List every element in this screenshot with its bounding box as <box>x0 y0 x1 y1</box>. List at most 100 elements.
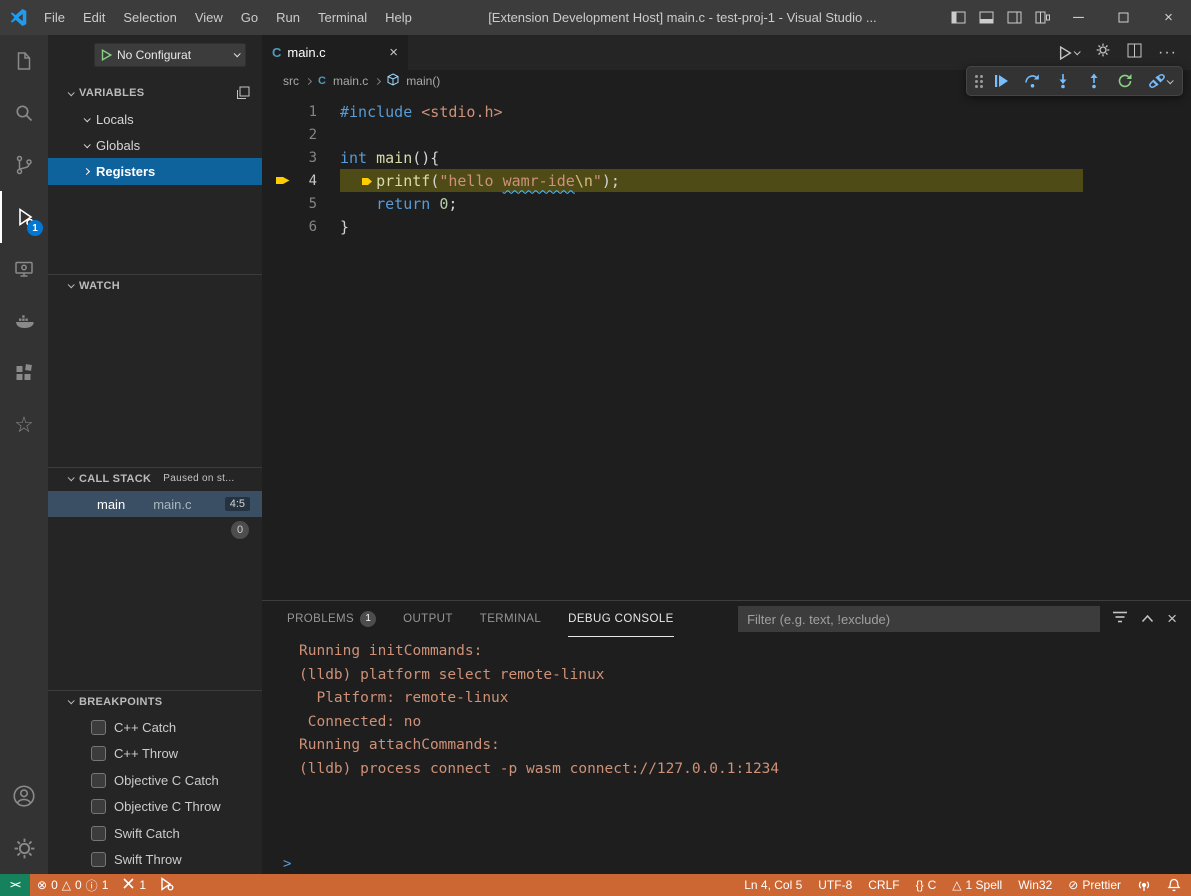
remote-explorer-icon[interactable] <box>0 243 48 295</box>
language-mode[interactable]: {}C <box>908 874 945 896</box>
tab-close-icon[interactable]: × <box>389 44 398 61</box>
spell-checker[interactable]: △1 Spell <box>944 874 1010 896</box>
cursor-position[interactable]: Ln 4, Col 5 <box>736 874 810 896</box>
breakpoint-item[interactable]: Swift Throw <box>48 847 262 874</box>
menu-terminal[interactable]: Terminal <box>309 0 376 35</box>
minimize-button[interactable]: ─ <box>1056 0 1101 35</box>
bell-icon[interactable] <box>1159 874 1191 896</box>
activity-bar: 1 ☆ <box>0 35 48 874</box>
breakpoint-item[interactable]: Swift Catch <box>48 820 262 847</box>
variables-item-locals[interactable]: Locals <box>48 106 262 132</box>
explorer-icon[interactable] <box>0 35 48 87</box>
breakpoint-item[interactable]: Objective C Catch <box>48 767 262 794</box>
code-line-5: 5 return 0; <box>262 192 1191 215</box>
tab-problems[interactable]: PROBLEMS 1 <box>287 601 376 637</box>
menu-file[interactable]: File <box>35 0 74 35</box>
breakpoint-checkbox[interactable] <box>91 746 106 761</box>
breakpoint-item[interactable]: Objective C Throw <box>48 794 262 821</box>
customize-layout-icon[interactable] <box>1028 0 1056 35</box>
extensions-icon[interactable] <box>0 347 48 399</box>
source-control-icon[interactable] <box>0 139 48 191</box>
console-filter-input[interactable] <box>738 606 1100 632</box>
gear-icon[interactable] <box>1095 42 1111 63</box>
editor-tab-bar: C main.c × ··· <box>262 35 1191 70</box>
breakpoint-checkbox[interactable] <box>91 720 106 735</box>
toolbar-drag-handle[interactable] <box>975 75 978 78</box>
code-editor[interactable]: 1 #include <stdio.h> 2 3 int main(){ <box>262 92 1191 600</box>
disconnect-icon[interactable] <box>1144 69 1176 93</box>
debug-console-output[interactable]: Running initCommands: (lldb) platform se… <box>262 637 1191 853</box>
docker-icon[interactable] <box>0 295 48 347</box>
breakpoint-checkbox[interactable] <box>91 799 106 814</box>
debug-status[interactable] <box>153 874 181 896</box>
continue-icon[interactable] <box>989 69 1013 93</box>
breakpoint-checkbox[interactable] <box>91 826 106 841</box>
breadcrumb-file[interactable]: main.c <box>333 74 368 88</box>
tab-terminal[interactable]: TERMINAL <box>480 601 541 637</box>
chevron-right-icon <box>305 77 312 84</box>
search-icon[interactable] <box>0 87 48 139</box>
menu-help[interactable]: Help <box>376 0 421 35</box>
stack-frame-row[interactable]: main main.c 4:5 <box>48 491 262 517</box>
step-out-icon[interactable] <box>1082 69 1106 93</box>
breadcrumb-symbol[interactable]: main() <box>406 74 440 88</box>
breadcrumb-folder[interactable]: src <box>283 74 299 88</box>
menu-run[interactable]: Run <box>267 0 309 35</box>
console-line: Platform: remote-linux <box>299 687 1191 711</box>
problems-status[interactable]: ⊗ 0 △ 0 ⓘ 1 <box>30 874 115 896</box>
eol-sequence[interactable]: CRLF <box>860 874 907 896</box>
globals-label: Globals <box>96 138 140 153</box>
run-or-debug-icon[interactable] <box>1059 46 1079 60</box>
step-over-icon[interactable] <box>1020 69 1044 93</box>
menu-edit[interactable]: Edit <box>74 0 114 35</box>
tools-count: 1 <box>139 878 146 892</box>
collapse-all-icon[interactable] <box>236 86 250 103</box>
tab-debug-console[interactable]: DEBUG CONSOLE <box>568 601 674 637</box>
menu-view[interactable]: View <box>186 0 232 35</box>
step-into-icon[interactable] <box>1051 69 1075 93</box>
more-actions-icon[interactable]: ··· <box>1158 44 1177 62</box>
maximize-button[interactable] <box>1101 0 1146 35</box>
toggle-panel-icon[interactable] <box>972 0 1000 35</box>
toggle-sidebar-icon[interactable] <box>944 0 972 35</box>
close-panel-icon[interactable]: × <box>1167 609 1177 629</box>
watch-section-header[interactable]: WATCH <box>48 274 262 296</box>
variables-section-header[interactable]: VARIABLES <box>48 82 262 104</box>
accounts-icon[interactable] <box>0 770 48 822</box>
tab-main-c[interactable]: C main.c × <box>262 35 408 70</box>
maximize-panel-icon[interactable] <box>1141 610 1154 628</box>
star-icon[interactable]: ☆ <box>0 399 48 451</box>
variables-item-registers[interactable]: Registers <box>48 158 262 185</box>
status-bar: >< ⊗ 0 △ 0 ⓘ 1 1 Ln 4, Col 5 UTF-8 <box>0 874 1191 896</box>
broadcast-icon[interactable] <box>1129 874 1159 896</box>
breakpoints-section-header[interactable]: BREAKPOINTS <box>48 690 262 712</box>
breakpoint-checkbox[interactable] <box>91 773 106 788</box>
launch-config-dropdown[interactable]: No Configurat <box>94 43 246 67</box>
tools-status[interactable]: 1 <box>115 874 153 896</box>
prettier-status[interactable]: ⊘Prettier <box>1060 874 1129 896</box>
settings-gear-icon[interactable] <box>0 822 48 874</box>
platform-target[interactable]: Win32 <box>1010 874 1060 896</box>
encoding[interactable]: UTF-8 <box>810 874 860 896</box>
close-button[interactable]: × <box>1146 0 1191 35</box>
console-input-prompt[interactable]: > <box>262 853 1191 874</box>
breakpoint-item[interactable]: C++ Catch <box>48 714 262 741</box>
breakpoint-item[interactable]: C++ Throw <box>48 741 262 768</box>
chevron-down-icon <box>68 474 75 481</box>
tab-output[interactable]: OUTPUT <box>403 601 453 637</box>
c-file-icon: C <box>318 75 326 87</box>
filter-lines-icon[interactable] <box>1112 610 1128 629</box>
split-editor-icon[interactable] <box>1127 43 1142 63</box>
remote-indicator[interactable]: >< <box>0 874 30 896</box>
breakpoint-checkbox[interactable] <box>91 852 106 867</box>
run-and-debug-icon[interactable]: 1 <box>0 191 48 243</box>
callstack-section-header[interactable]: CALL STACK Paused on st... <box>48 467 262 489</box>
problems-label: PROBLEMS <box>287 613 354 625</box>
restart-icon[interactable] <box>1113 69 1137 93</box>
variables-item-globals[interactable]: Globals <box>48 132 262 158</box>
toggle-secondary-sidebar-icon[interactable] <box>1000 0 1028 35</box>
menu-go[interactable]: Go <box>232 0 267 35</box>
menu-selection[interactable]: Selection <box>114 0 185 35</box>
console-line: (lldb) process connect -p wasm connect:/… <box>299 758 1191 782</box>
frame-name: main <box>97 497 125 512</box>
